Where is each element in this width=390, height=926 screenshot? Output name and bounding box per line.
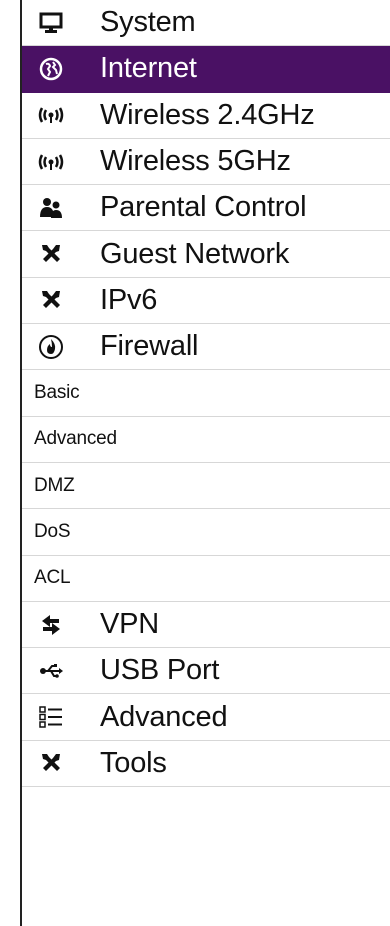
sidebar-item-system[interactable]: System xyxy=(22,0,390,47)
sidebar-item-ipv6[interactable]: IPv6 xyxy=(22,278,390,325)
sidebar-item-internet[interactable]: Internet xyxy=(22,46,390,93)
sidebar-item-label: DoS xyxy=(34,520,71,542)
tools-icon xyxy=(38,750,64,776)
sidebar-subitem-basic[interactable]: Basic xyxy=(22,370,390,417)
wireless-icon xyxy=(38,149,64,175)
sidebar-item-label: DMZ xyxy=(34,474,75,496)
sidebar-item-label: Guest Network xyxy=(100,237,290,270)
sidebar-item-label: USB Port xyxy=(100,654,220,687)
sidebar-item-advanced[interactable]: Advanced xyxy=(22,694,390,741)
sidebar-item-label: Wireless 5GHz xyxy=(100,145,291,178)
sidebar-menu: System Internet Wireless 2.4GHz Wireless… xyxy=(22,0,390,788)
usb-icon xyxy=(38,658,64,684)
monitor-icon xyxy=(38,10,64,36)
tools-icon xyxy=(38,287,64,313)
sidebar-item-label: IPv6 xyxy=(100,283,158,316)
sidebar-subitem-dos[interactable]: DoS xyxy=(22,509,390,556)
vpn-icon xyxy=(38,612,64,638)
sidebar-item-label: ACL xyxy=(34,567,71,589)
tools-icon xyxy=(38,241,64,267)
sidebar-subitem-acl[interactable]: ACL xyxy=(22,556,390,602)
sidebar-item-label: Basic xyxy=(34,382,80,404)
sidebar-item-label: Internet xyxy=(100,52,197,85)
sidebar-item-label: Wireless 2.4GHz xyxy=(100,98,315,131)
sidebar-item-usb-port[interactable]: USB Port xyxy=(22,648,390,695)
sidebar-item-guest-network[interactable]: Guest Network xyxy=(22,231,390,278)
sidebar-item-parental-control[interactable]: Parental Control xyxy=(22,185,390,232)
sidebar-item-firewall[interactable]: Firewall xyxy=(22,324,390,371)
wireless-icon xyxy=(38,102,64,128)
sidebar-item-label: Advanced xyxy=(34,428,117,450)
sidebar-item-label: Parental Control xyxy=(100,191,307,224)
sidebar-item-wireless-5ghz[interactable]: Wireless 5GHz xyxy=(22,139,390,186)
sidebar-item-label: Advanced xyxy=(100,700,228,733)
sidebar-item-wireless-24ghz[interactable]: Wireless 2.4GHz xyxy=(22,93,390,139)
globe-icon xyxy=(38,56,64,82)
sidebar-item-label: VPN xyxy=(100,608,160,640)
firewall-icon xyxy=(38,334,64,360)
sidebar-item-vpn[interactable]: VPN xyxy=(22,602,390,649)
sidebar-subitem-advanced[interactable]: Advanced xyxy=(22,417,390,463)
sidebar-item-label: Firewall xyxy=(100,330,199,363)
sidebar-item-label: System xyxy=(100,6,196,39)
list-icon xyxy=(38,704,64,730)
sidebar-item-tools[interactable]: Tools xyxy=(22,741,390,788)
sidebar-item-label: Tools xyxy=(100,746,167,779)
users-icon xyxy=(38,195,64,221)
sidebar-subitem-dmz[interactable]: DMZ xyxy=(22,463,390,510)
